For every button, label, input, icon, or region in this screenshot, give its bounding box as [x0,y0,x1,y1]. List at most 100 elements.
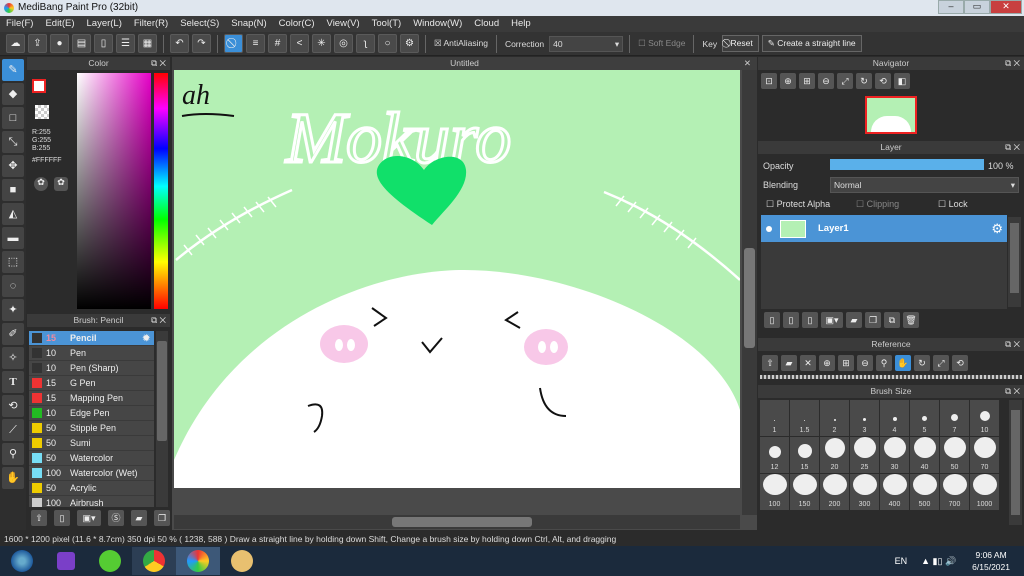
snap-circle-icon[interactable]: ◎ [334,34,353,53]
comment-icon[interactable]: ● [50,34,69,53]
brush-size-cell[interactable]: 100 [760,474,789,510]
brush-item[interactable]: 50 Acrylic [29,481,154,496]
redo-icon[interactable]: ↷ [192,34,211,53]
brush-size-cell[interactable]: 30 [880,437,909,473]
reference-fit-icon[interactable]: ⊞ [838,355,854,371]
straight-line-button[interactable]: ✎ Create a straight line [761,35,862,52]
new-layer-icon[interactable]: ▯ [764,312,780,328]
reference-view[interactable] [760,375,1022,379]
message-icon[interactable]: ▤ [72,34,91,53]
menu-window[interactable]: Window(W) [407,16,468,32]
snap-perspective-icon[interactable]: < [290,34,309,53]
brush-size-cell[interactable]: 25 [850,437,879,473]
zoom-in-icon[interactable]: ⊕ [780,73,796,89]
duplicate-brush-icon[interactable]: ❐ [154,510,170,526]
brush-size-cell[interactable]: 40 [910,437,939,473]
reference-hand-icon[interactable]: ✋ [895,355,911,371]
reference-cloud-icon[interactable]: ⇧ [762,355,778,371]
cloud-brush-icon[interactable]: ⇧ [31,510,47,526]
reference-fit-window-icon[interactable]: ⤢ [933,355,949,371]
correction-select[interactable]: 40 ▾ [549,35,624,52]
reference-close-icon[interactable]: ✕ [800,355,816,371]
document-tab[interactable]: Untitled ✕ [172,57,757,70]
brush-item[interactable]: 50 Sumi [29,436,154,451]
bucket-tool-icon[interactable]: ◭ [2,203,24,225]
brush-size-cell[interactable]: 10 [970,400,999,436]
duplicate-layer-icon[interactable]: ❐ [865,312,881,328]
saturation-value-picker[interactable] [77,73,151,309]
zoom-out-icon[interactable]: ⊖ [818,73,834,89]
flip-icon[interactable]: ◧ [894,73,910,89]
menu-view[interactable]: View(V) [321,16,366,32]
brush-tool-icon[interactable]: ✎ [2,59,24,81]
undo-icon[interactable]: ↶ [170,34,189,53]
gradient-tool-icon[interactable]: ▬ [2,227,24,249]
zoom-fit-icon[interactable]: ⊡ [761,73,777,89]
brush-size-cell[interactable]: 500 [910,474,939,510]
chrome-icon[interactable] [132,547,176,575]
eraser-tool-icon[interactable]: ◆ [2,83,24,105]
brush-size-cell[interactable]: 700 [940,474,969,510]
maximize-button[interactable]: ▭ [964,0,990,14]
paint-icon[interactable] [220,547,264,575]
brush-item[interactable]: 15 Mapping Pen [29,391,154,406]
brush-size-cell[interactable]: 70 [970,437,999,473]
select-eraser-icon[interactable]: ✧ [2,347,24,369]
brush-size-cell[interactable]: 20 [820,437,849,473]
menu-layer[interactable]: Layer(L) [81,16,128,32]
reference-rotate-icon[interactable]: ↻ [914,355,930,371]
select-rect-icon[interactable]: ⬚ [2,251,24,273]
foreground-color-swatch[interactable] [32,79,46,93]
snap-ellipse-icon[interactable]: ○ [378,34,397,53]
magic-wand-icon[interactable]: ✦ [2,299,24,321]
brush-size-cell[interactable]: 400 [880,474,909,510]
brush-item[interactable]: 15 G Pen [29,376,154,391]
blending-select[interactable]: Normal ▾ [830,177,1019,193]
brush-item[interactable]: 10 Pen (Sharp) [29,361,154,376]
minimize-button[interactable]: – [938,0,964,14]
brush-list-scrollbar[interactable] [156,331,168,507]
vertical-scrollbar[interactable] [742,70,757,515]
layer-settings-icon[interactable]: ⚙ [991,221,1003,237]
protect-alpha-checkbox[interactable]: ☐ Protect Alpha [766,199,830,210]
add-brush-dropdown-icon[interactable]: ▣▾ [77,510,101,526]
rect-tool-icon[interactable]: □ [2,107,24,129]
merge-layer-icon[interactable]: ⧉ [884,312,900,328]
select-pen-icon[interactable]: ✐ [2,323,24,345]
brush-settings-icon[interactable]: ✹ [142,333,150,344]
clock[interactable]: 9:06 AM 6/15/2021 [972,549,1010,573]
palette-icon[interactable]: ✿ [34,177,48,191]
menu-edit[interactable]: Edit(E) [39,16,80,32]
brush-size-cell[interactable]: 12 [760,437,789,473]
brush-item[interactable]: 15 Pencil ✹ [29,331,154,346]
eyedropper-icon[interactable]: ⚲ [2,443,24,465]
list-icon[interactable]: ☰ [116,34,135,53]
brush-size-cell[interactable]: 300 [850,474,879,510]
add-layer-dropdown-icon[interactable]: ▣▾ [821,312,843,328]
start-button[interactable] [0,547,44,575]
operation-tool-icon[interactable]: ⟲ [2,395,24,417]
new-8bit-layer-icon[interactable]: ▯ [802,312,818,328]
new-brush-icon[interactable]: ▯ [54,510,70,526]
fill-rect-icon[interactable]: ■ [2,179,24,201]
brush-size-cell[interactable]: 1000 [970,474,999,510]
snap-settings-icon[interactable]: ⚙ [400,34,419,53]
brush-script-icon[interactable]: Ⓢ [108,510,124,526]
layer-folder-icon[interactable]: ▰ [846,312,862,328]
share-icon[interactable]: ⇪ [28,34,47,53]
reference-zoom-out-icon[interactable]: ⊖ [857,355,873,371]
brush-size-scrollbar[interactable] [1009,400,1022,525]
snap-off-icon[interactable]: ⃠ [224,34,243,53]
brush-size-cell[interactable]: 4 [880,400,909,436]
reference-eyedropper-icon[interactable]: ⚲ [876,355,892,371]
snap-parallel-icon[interactable]: ≡ [246,34,265,53]
menu-file[interactable]: File(F) [0,16,39,32]
delete-layer-icon[interactable]: 🗑 [903,312,919,328]
brush-item[interactable]: 10 Pen [29,346,154,361]
hue-slider[interactable] [154,73,168,309]
menu-tool[interactable]: Tool(T) [366,16,408,32]
menu-snap[interactable]: Snap(N) [225,16,272,32]
brush-size-cell[interactable]: 15 [790,437,819,473]
layer-row[interactable]: Layer1 ⚙ [761,215,1007,242]
tray-icons[interactable]: ▲ ▮▯ 🔊 [921,556,956,567]
